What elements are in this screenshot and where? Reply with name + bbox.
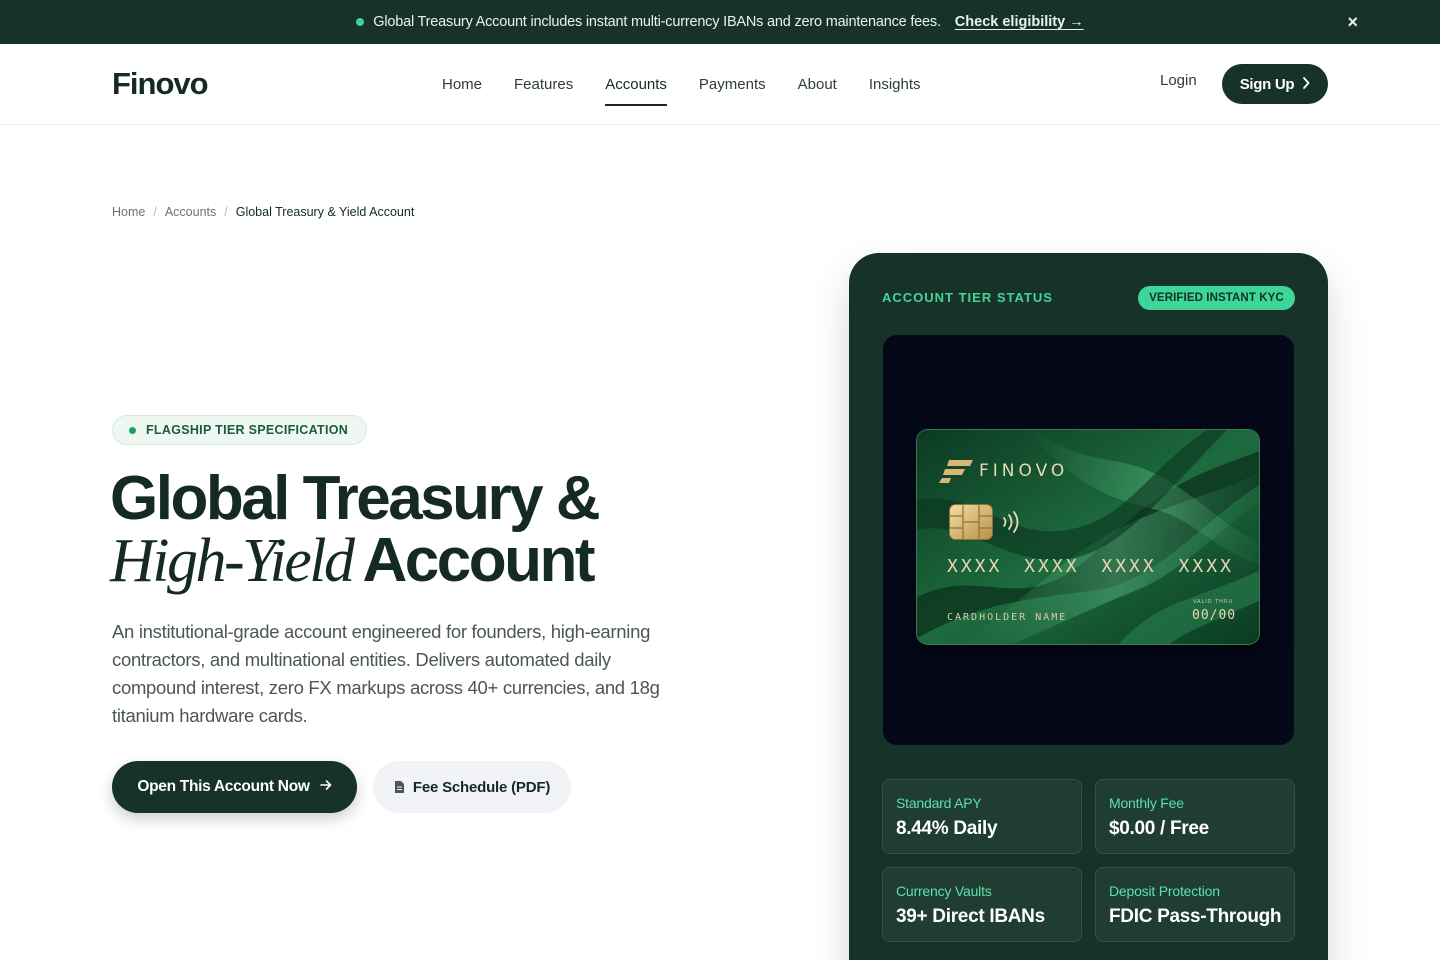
breadcrumb-separator: / [224,205,228,219]
login-link[interactable]: Login [1160,72,1197,89]
finovo-logo[interactable]: Finovo [112,66,209,102]
breadcrumb: Home / Accounts / Global Treasury & Yiel… [112,205,414,219]
fee-schedule-button[interactable]: Fee Schedule (PDF) [373,761,571,813]
stat-currency-vaults: Currency Vaults 39+ Direct IBANs [882,867,1082,942]
card-expiry: 00/00 [1192,608,1237,623]
stat-value: 39+ Direct IBANs [896,906,1045,927]
breadcrumb-home[interactable]: Home [112,205,145,219]
fee-schedule-label: Fee Schedule (PDF) [412,778,551,796]
kyc-badge: VERIFIED INSTANT KYC [1138,286,1295,310]
nav-about[interactable]: About [798,72,837,98]
stat-value: $0.00 / Free [1109,818,1209,839]
signup-label: Sign Up [1239,75,1295,93]
headline-account: Account [362,526,596,595]
status-dot-icon [356,18,365,26]
site-header: Finovo Home Features Accounts Payments A… [0,44,1440,125]
page-title: Global Treasury & High-Yield Account [110,464,601,595]
breadcrumb-separator: / [153,205,157,219]
arrow-right-icon [319,778,332,796]
card-chip-icon [949,504,993,540]
hero-description: An institutional-grade account engineere… [112,621,660,726]
nav-features[interactable]: Features [514,72,573,98]
stat-label: Monthly Fee [1109,795,1184,811]
open-account-label: Open This Account Now [137,778,310,795]
stat-deposit-protection: Deposit Protection FDIC Pass-Through [1095,867,1295,942]
tier-pill: FLAGSHIP TIER SPECIFICATION [112,415,368,445]
check-eligibility-link[interactable]: Check eligibility → [955,14,1084,30]
nav-payments[interactable]: Payments [699,72,766,98]
cardholder-name: CARDHOLDER NAME [947,612,1068,623]
card-preview: FINOVO XXXX XXXX XXXX XXXX CARDHOLDER NA… [883,335,1294,745]
open-account-button[interactable]: Open This Account Now [112,761,357,813]
main-nav: Home Features Accounts Payments About In… [442,44,953,125]
account-tier-panel: ACCOUNT TIER STATUS VERIFIED INSTANT KYC [849,253,1328,960]
announcement-message: Global Treasury Account includes instant… [373,14,941,30]
hardware-card: FINOVO XXXX XXXX XXXX XXXX CARDHOLDER NA… [916,429,1260,645]
stat-label: Deposit Protection [1109,883,1220,899]
headline-line-1: Global Treasury & [110,464,601,533]
contactless-icon [1003,511,1019,533]
valid-thru-label: VALID THRU [1193,599,1234,605]
nav-insights[interactable]: Insights [869,72,921,98]
document-icon [394,781,404,793]
headline-line-2: High-Yield Account [110,527,598,595]
card-number: XXXX XXXX XXXX XXXX [947,556,1234,577]
breadcrumb-current: Global Treasury & Yield Account [235,205,415,219]
headline-italic: High-Yield [110,527,355,595]
stat-standard-apy: Standard APY 8.44% Daily [882,779,1082,854]
nav-accounts[interactable]: Accounts [605,72,667,106]
signup-button[interactable]: Sign Up [1222,64,1328,104]
status-dot-icon [129,426,136,434]
stat-value: 8.44% Daily [896,818,998,839]
finovo-logo-mark-icon [939,460,973,483]
tier-pill-label: FLAGSHIP TIER SPECIFICATION [146,423,349,437]
chevron-right-icon [1302,76,1310,92]
nav-home[interactable]: Home [442,72,482,98]
stat-label: Standard APY [896,795,982,811]
panel-title: ACCOUNT TIER STATUS [882,290,1053,305]
card-brand: FINOVO [939,458,1068,484]
stat-monthly-fee: Monthly Fee $0.00 / Free [1095,779,1295,854]
stat-value: FDIC Pass-Through [1109,906,1282,927]
stat-label: Currency Vaults [896,883,992,899]
breadcrumb-accounts[interactable]: Accounts [165,205,216,219]
card-brand-text: FINOVO [979,461,1069,481]
close-icon[interactable]: × [1347,12,1358,32]
announcement-bar: Global Treasury Account includes instant… [0,0,1440,44]
